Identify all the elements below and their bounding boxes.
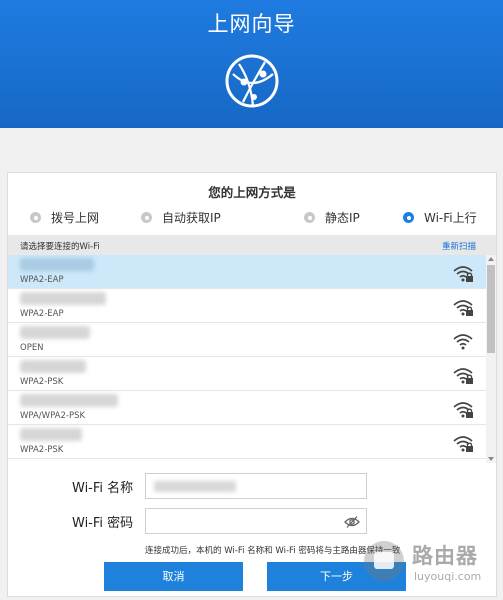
wifi-list-hint: 请选择要连接的Wi-Fi	[20, 242, 100, 252]
mode-label: 静态IP	[325, 211, 360, 225]
security-type: WPA2-PSK	[20, 377, 64, 387]
radio-icon[interactable]	[304, 212, 315, 223]
watermark-en: luyouqi.com	[414, 570, 482, 583]
ssid-redacted	[20, 394, 118, 407]
security-type: WPA/WPA2-PSK	[20, 411, 86, 421]
watermark: 路由器 luyouqi.com	[362, 538, 503, 596]
wifi-locked-icon	[453, 368, 473, 384]
wifi-list-item[interactable]: WPA2-PSK	[8, 425, 486, 459]
globe-network-icon	[225, 54, 279, 108]
wifi-name-redacted	[154, 481, 236, 492]
header-banner: 上网向导	[0, 0, 503, 128]
wifi-list[interactable]: WPA2-EAP WPA2-EAP OPEN WPA2-PSK WPA/WPA2…	[8, 255, 496, 463]
mode-option-pppoe[interactable]: 拨号上网	[30, 209, 99, 226]
mode-option-wifi-uplink[interactable]: Wi-Fi上行	[403, 209, 477, 226]
scroll-up-arrow-icon[interactable]	[488, 257, 494, 261]
ssid-redacted	[20, 258, 94, 271]
ssid-redacted	[20, 428, 82, 441]
wifi-list-item[interactable]: WPA2-PSK	[8, 357, 486, 391]
wifi-open-icon	[453, 334, 473, 350]
ssid-redacted	[20, 360, 86, 373]
mode-label: 自动获取IP	[162, 211, 221, 225]
ssid-redacted	[20, 326, 90, 339]
wifi-locked-icon	[453, 266, 473, 282]
wifi-password-field[interactable]	[145, 508, 367, 534]
radio-icon[interactable]	[30, 212, 41, 223]
wifi-locked-icon	[453, 300, 473, 316]
security-type: WPA2-PSK	[20, 445, 64, 455]
wifi-list-item[interactable]: WPA/WPA2-PSK	[8, 391, 486, 425]
mode-heading: 您的上网方式是	[208, 185, 296, 200]
mode-label: 拨号上网	[51, 211, 100, 225]
wifi-name-field[interactable]	[145, 473, 367, 499]
radio-selected-icon[interactable]	[403, 212, 414, 223]
wifi-name-label: Wi-Fi 名称	[72, 481, 134, 496]
wifi-locked-icon	[453, 402, 473, 418]
rescan-link[interactable]: 重新扫描	[442, 240, 476, 252]
security-type: WPA2-EAP	[20, 275, 64, 285]
wifi-list-item[interactable]: WPA2-EAP	[8, 255, 486, 289]
scroll-down-arrow-icon[interactable]	[488, 457, 494, 461]
wifi-list-item[interactable]: OPEN	[8, 323, 486, 357]
watermark-cn: 路由器	[412, 544, 478, 568]
security-type: WPA2-EAP	[20, 309, 64, 319]
wifi-list-header: 请选择要连接的Wi-Fi 重新扫描	[8, 235, 496, 255]
wifi-list-item[interactable]: WPA2-EAP	[8, 289, 486, 323]
wifi-list-scrollbar[interactable]	[486, 255, 496, 463]
radio-icon[interactable]	[141, 212, 152, 223]
scrollbar-thumb[interactable]	[487, 265, 495, 353]
security-type: OPEN	[20, 343, 44, 353]
ssid-redacted	[20, 292, 106, 305]
mode-option-static-ip[interactable]: 静态IP	[304, 209, 360, 226]
wifi-locked-icon	[453, 436, 473, 452]
wifi-password-label: Wi-Fi 密码	[72, 516, 134, 531]
watermark-router-box-icon	[374, 552, 394, 569]
show-password-eye-icon[interactable]	[344, 515, 360, 529]
setup-card: 您的上网方式是 拨号上网 自动获取IP 静态IP Wi-Fi上行 请选择要连接的…	[7, 172, 497, 597]
mode-label: Wi-Fi上行	[424, 211, 477, 225]
page-title: 上网向导	[207, 12, 296, 36]
mode-option-dhcp[interactable]: 自动获取IP	[141, 209, 221, 226]
mode-options: 拨号上网 自动获取IP 静态IP Wi-Fi上行	[8, 209, 496, 227]
cancel-button[interactable]: 取消	[104, 562, 243, 591]
